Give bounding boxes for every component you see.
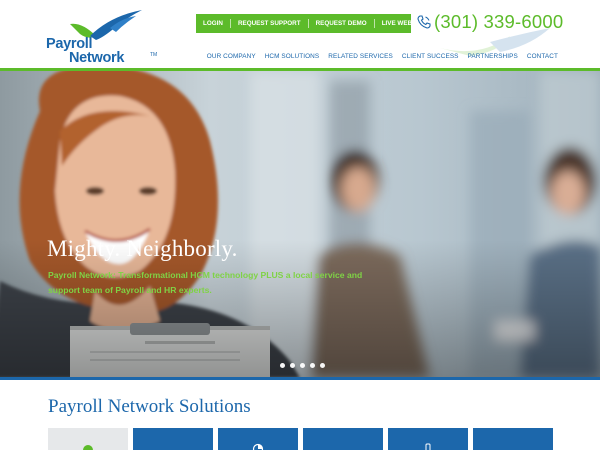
slider-dot-2[interactable] — [290, 363, 295, 368]
solution-tile-3[interactable] — [218, 428, 298, 450]
request-support-link[interactable]: REQUEST SUPPORT — [231, 19, 309, 28]
solution-tile-5[interactable] — [388, 428, 468, 450]
nav-client-success[interactable]: CLIENT SUCCESS — [402, 53, 459, 60]
hero-headline: Mighty. Neighborly. — [47, 236, 238, 261]
nav-related-services[interactable]: RELATED SERVICES — [328, 53, 393, 60]
hero-slider: Mighty. Neighborly. Payroll Network: Tra… — [0, 71, 600, 378]
nav-our-company[interactable]: OUR COMPANY — [207, 53, 256, 60]
slider-dot-1[interactable] — [280, 363, 285, 368]
logo[interactable]: Payroll Network TM — [46, 10, 158, 68]
slider-dots — [280, 363, 325, 368]
device-icon — [425, 443, 431, 450]
slider-dot-5[interactable] — [320, 363, 325, 368]
phone-number[interactable]: (301) 339-6000 — [434, 11, 563, 33]
circle-icon — [83, 445, 93, 450]
solution-tile-2[interactable] — [133, 428, 213, 450]
logo-text-network: Network — [69, 50, 125, 66]
site-header: Payroll Network TM LOGIN REQUEST SUPPORT… — [0, 0, 600, 70]
solution-tile-4[interactable] — [303, 428, 383, 450]
solutions-tiles — [48, 428, 553, 450]
phone-icon — [417, 15, 431, 29]
hero-photo — [0, 71, 600, 378]
nav-partnerships[interactable]: PARTNERSHIPS — [468, 53, 518, 60]
main-nav: OUR COMPANY HCM SOLUTIONS RELATED SERVIC… — [207, 53, 558, 60]
solution-tile-6[interactable] — [473, 428, 553, 450]
nav-hcm-solutions[interactable]: HCM SOLUTIONS — [265, 53, 320, 60]
utility-bar: LOGIN REQUEST SUPPORT REQUEST DEMO LIVE … — [196, 14, 432, 33]
login-link[interactable]: LOGIN — [196, 19, 231, 28]
chart-icon — [252, 443, 264, 450]
slider-dot-3[interactable] — [300, 363, 305, 368]
slider-dot-4[interactable] — [310, 363, 315, 368]
request-demo-link[interactable]: REQUEST DEMO — [309, 19, 375, 28]
nav-contact[interactable]: CONTACT — [527, 53, 558, 60]
hero-subtext: Payroll Network: Transformational HCM te… — [48, 270, 363, 295]
solutions-title: Payroll Network Solutions — [48, 396, 251, 417]
logo-trademark: TM — [150, 52, 158, 58]
solution-tile-1[interactable] — [48, 428, 128, 450]
hero-divider — [0, 377, 600, 380]
